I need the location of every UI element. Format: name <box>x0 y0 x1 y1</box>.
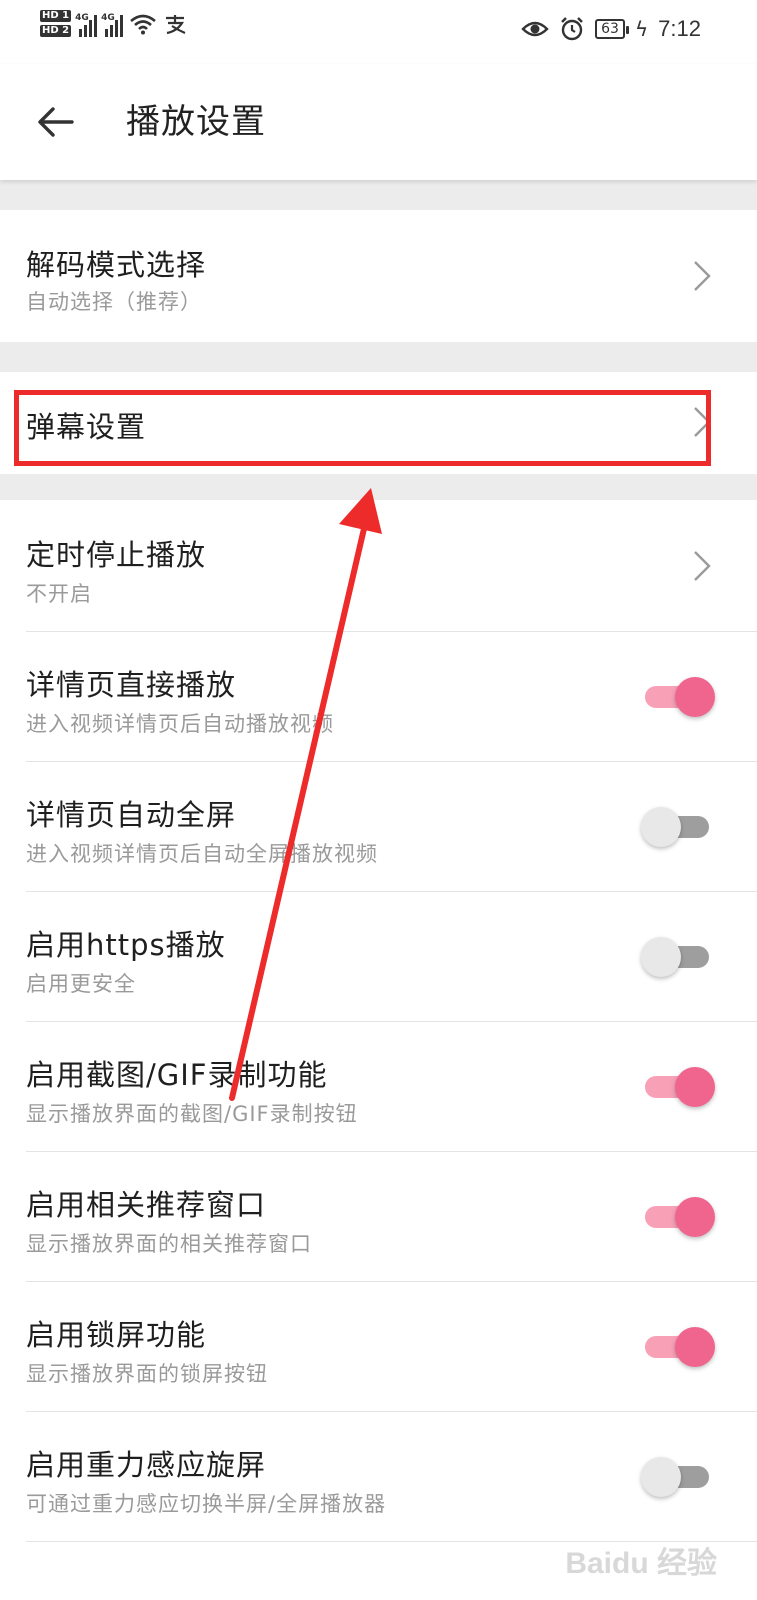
arrow-left-icon <box>38 107 74 137</box>
setting-toggle-row[interactable]: 启用锁屏功能 显示播放界面的锁屏按钮 <box>0 1282 757 1412</box>
toggle-switch[interactable] <box>641 1454 711 1498</box>
signal-2-icon: 4G <box>101 11 124 37</box>
setting-danmaku[interactable]: 弹幕设置 <box>0 372 757 474</box>
setting-title: 详情页自动全屏 <box>26 798 237 832</box>
status-left: HD 1 HD 2 4G 4G <box>40 10 187 37</box>
setting-toggle-row[interactable]: 启用截图/GIF录制功能 显示播放界面的截图/GIF录制按钮 <box>0 1022 757 1152</box>
setting-subtitle: 自动选择（推荐） <box>26 290 202 314</box>
section-gap <box>0 180 757 210</box>
setting-toggle-row[interactable]: 启用重力感应旋屏 可通过重力感应切换半屏/全屏播放器 <box>0 1412 757 1542</box>
toggle-switch[interactable] <box>645 1064 715 1108</box>
status-right: 63 ϟ 7:12 <box>521 16 701 42</box>
setting-subtitle: 启用更安全 <box>26 972 136 996</box>
toggle-switch[interactable] <box>641 804 711 848</box>
back-button[interactable] <box>28 98 84 146</box>
setting-toggle-row[interactable]: 详情页自动全屏 进入视频详情页后自动全屏播放视频 <box>0 762 757 892</box>
watermark: Baidu 经验 <box>565 1547 717 1580</box>
eye-icon <box>521 21 549 37</box>
setting-timer-stop[interactable]: 定时停止播放 不开启 <box>0 500 757 632</box>
setting-title: 启用锁屏功能 <box>26 1318 207 1352</box>
toggle-switch[interactable] <box>645 1324 715 1368</box>
setting-title: 启用相关推荐窗口 <box>26 1188 267 1222</box>
setting-title: 启用https播放 <box>26 928 226 962</box>
setting-subtitle: 显示播放界面的截图/GIF录制按钮 <box>26 1102 358 1126</box>
page-title: 播放设置 <box>126 102 266 142</box>
setting-subtitle: 可通过重力感应切换半屏/全屏播放器 <box>26 1492 387 1516</box>
wifi-icon <box>130 14 156 34</box>
setting-toggle-row[interactable]: 启用相关推荐窗口 显示播放界面的相关推荐窗口 <box>0 1152 757 1282</box>
status-time: 7:12 <box>658 16 701 41</box>
chevron-right-icon <box>694 261 711 291</box>
setting-subtitle: 进入视频详情页后自动全屏播放视频 <box>26 842 378 866</box>
setting-decode-mode[interactable]: 解码模式选择 自动选择（推荐） <box>0 210 757 342</box>
setting-subtitle: 显示播放界面的相关推荐窗口 <box>26 1232 312 1256</box>
hd2-badge: HD 2 <box>40 25 72 37</box>
battery-indicator: 63 <box>595 19 629 39</box>
signal-1-icon: 4G <box>75 11 98 37</box>
setting-title: 启用重力感应旋屏 <box>26 1448 267 1482</box>
setting-title: 解码模式选择 <box>26 248 207 282</box>
setting-toggle-row[interactable]: 详情页直接播放 进入视频详情页后自动播放视频 <box>0 632 757 762</box>
status-bar: HD 1 HD 2 4G 4G 63 ϟ 7:12 <box>0 0 757 64</box>
setting-title: 弹幕设置 <box>26 410 147 444</box>
setting-toggle-row[interactable]: 启用https播放 启用更安全 <box>0 892 757 1022</box>
hd1-badge: HD 1 <box>40 10 72 22</box>
app-bar: 播放设置 <box>0 64 757 180</box>
setting-title: 详情页直接播放 <box>26 668 237 702</box>
setting-subtitle: 不开启 <box>26 582 92 606</box>
section-gap <box>0 342 757 372</box>
charging-icon: ϟ <box>634 17 649 41</box>
setting-subtitle: 进入视频详情页后自动播放视频 <box>26 712 334 736</box>
chevron-right-icon <box>694 407 711 437</box>
setting-title: 启用截图/GIF录制功能 <box>26 1058 328 1092</box>
toggle-switch[interactable] <box>645 1194 715 1238</box>
section-gap <box>0 474 757 500</box>
setting-subtitle: 显示播放界面的锁屏按钮 <box>26 1362 268 1386</box>
toggle-switch[interactable] <box>641 934 711 978</box>
setting-title: 定时停止播放 <box>26 538 207 572</box>
toggle-switch[interactable] <box>645 674 715 718</box>
chevron-right-icon <box>694 551 711 581</box>
alipay-icon <box>166 14 186 34</box>
alarm-icon <box>561 17 583 41</box>
